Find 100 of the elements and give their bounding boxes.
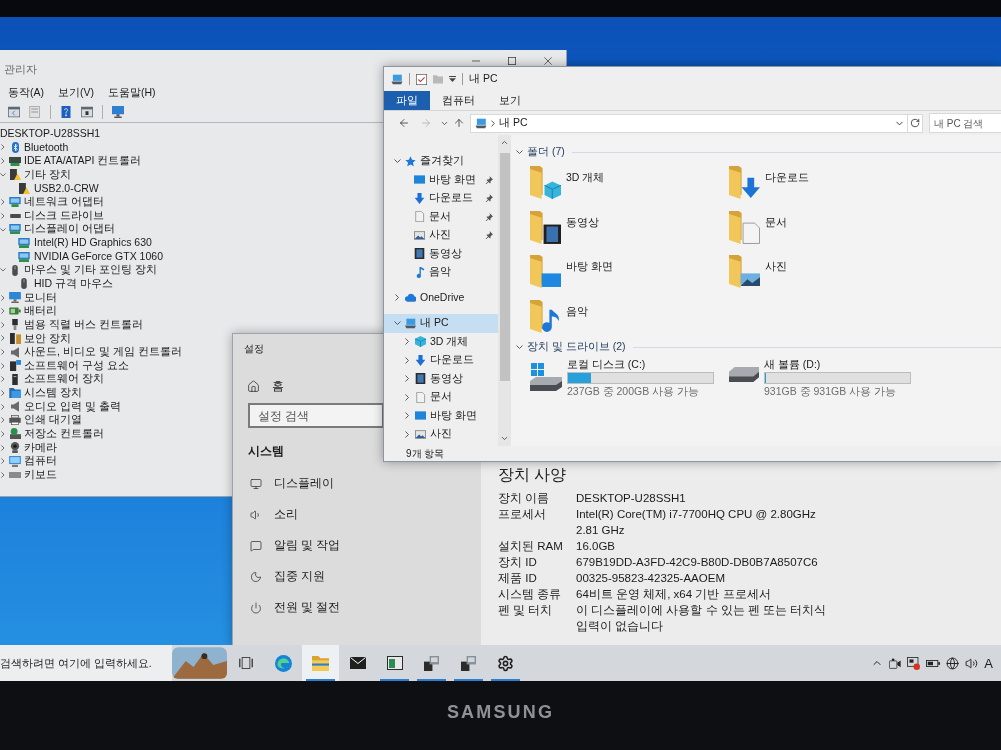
nav-item[interactable]: 동영상 xyxy=(384,369,498,388)
refresh-button[interactable] xyxy=(908,113,923,133)
tree-item[interactable]: IDE ATA/ATAPI 컨트롤러 xyxy=(0,154,142,168)
group-header[interactable]: 장치 및 드라이브 (2) xyxy=(515,339,626,355)
nav-item[interactable]: 바탕 화면 xyxy=(384,406,498,425)
settings-nav-item[interactable]: 디스플레이 xyxy=(244,468,334,499)
chevron-right-icon[interactable] xyxy=(1,390,5,396)
chevron-right-icon[interactable] xyxy=(1,430,5,437)
tree-item[interactable]: 사운드, 비디오 및 게임 컨트롤러 xyxy=(0,345,182,359)
chevron-right-icon[interactable] xyxy=(404,412,410,420)
tree-item[interactable]: USB2.0-CRW xyxy=(0,181,99,196)
settings-nav-item[interactable]: 소리 xyxy=(244,499,298,530)
nav-item[interactable]: 3D 개체 xyxy=(384,332,498,351)
group-header[interactable]: 폴더 (7) xyxy=(515,144,565,160)
chevron-right-icon[interactable] xyxy=(1,199,5,205)
nav-item[interactable]: 다운로드 xyxy=(384,351,498,370)
window-icon[interactable] xyxy=(81,106,93,118)
chevron-right-icon[interactable] xyxy=(1,417,5,424)
window-back-icon[interactable] xyxy=(8,106,20,118)
scrollbar-thumb[interactable] xyxy=(499,153,510,381)
monitor-icon[interactable] xyxy=(112,106,124,118)
tree-item[interactable]: 네트워크 어댑터 xyxy=(0,195,104,209)
chevron-right-icon[interactable] xyxy=(404,393,410,401)
screen-record-icon[interactable] xyxy=(907,656,921,670)
chevron-right-icon[interactable] xyxy=(1,321,5,328)
tree-item[interactable]: 저장소 컨트롤러 xyxy=(0,427,104,441)
tree-item[interactable]: 인쇄 대기열 xyxy=(0,413,82,428)
breadcrumb-item[interactable]: 내 PC xyxy=(499,115,528,131)
nav-item[interactable]: 바탕 화면 xyxy=(384,170,498,189)
tree-item[interactable]: 카메라 xyxy=(0,440,57,455)
ribbon-tab[interactable]: 파일 xyxy=(384,91,430,110)
tree-item[interactable]: 모니터 xyxy=(0,290,57,305)
nav-item[interactable]: 즐겨찾기 xyxy=(384,152,498,171)
input-method-indicator[interactable]: A xyxy=(984,656,993,670)
chevron-right-icon[interactable] xyxy=(1,158,5,165)
tree-item[interactable]: Bluetooth xyxy=(0,140,69,155)
folder-item[interactable]: 동영상 xyxy=(530,204,729,249)
nav-item[interactable]: 음악 xyxy=(384,263,498,282)
nav-item[interactable]: 동영상 xyxy=(384,244,498,263)
chevron-down-icon[interactable] xyxy=(0,268,6,272)
folder-item[interactable]: 바탕 화면 xyxy=(530,249,729,294)
chevron-right-icon[interactable] xyxy=(1,458,5,465)
nav-item[interactable]: OneDrive xyxy=(384,288,498,307)
properties-check-icon[interactable] xyxy=(416,73,427,85)
chevron-down-icon[interactable] xyxy=(393,159,401,164)
drive-name[interactable]: 로컬 디스크 (C:) xyxy=(567,358,714,371)
tree-item[interactable]: 보안 장치 xyxy=(0,331,71,346)
tree-item[interactable]: 컴퓨터 xyxy=(0,454,57,468)
chevron-right-icon[interactable] xyxy=(404,338,410,346)
scrollbar[interactable] xyxy=(498,135,511,446)
globe-icon[interactable] xyxy=(946,656,960,670)
tree-item[interactable]: 소프트웨어 장치 xyxy=(0,372,104,387)
ribbon-tab[interactable]: 보기 xyxy=(487,91,533,110)
settings-nav-item[interactable]: 알림 및 작업 xyxy=(244,530,341,561)
chevron-right-icon[interactable] xyxy=(1,403,5,410)
back-arrow-icon[interactable] xyxy=(398,117,410,129)
search-field[interactable]: 설정 검색 xyxy=(248,403,384,428)
tree-item[interactable]: 키보드 xyxy=(0,468,57,482)
chevron-down-icon[interactable] xyxy=(515,344,523,350)
maximize-icon[interactable] xyxy=(508,57,516,65)
tree-item[interactable]: 배터리 xyxy=(0,304,57,318)
chevron-right-icon[interactable] xyxy=(1,362,5,369)
chevron-right-icon[interactable] xyxy=(1,294,5,301)
video-camera-icon[interactable] xyxy=(889,657,902,669)
up-arrow-icon[interactable] xyxy=(453,117,465,129)
tree-item[interactable]: 디스플레이 어댑터 xyxy=(0,222,115,237)
folder-item[interactable]: 다운로드 xyxy=(729,160,928,205)
tree-item[interactable]: 기타 장치 xyxy=(0,167,71,182)
chevron-right-icon[interactable] xyxy=(404,356,410,364)
settings-nav-item[interactable]: 집중 지원 xyxy=(244,561,326,592)
chevron-right-icon[interactable] xyxy=(1,335,5,342)
folder-item[interactable]: 3D 개체 xyxy=(530,160,729,205)
home-link[interactable]: 홈 xyxy=(244,376,284,396)
speaker-icon[interactable] xyxy=(965,656,979,670)
tree-item[interactable]: 디스크 드라이브 xyxy=(0,208,104,223)
tree-item[interactable]: 오디오 입력 및 출력 xyxy=(0,399,121,414)
chevron-right-icon[interactable] xyxy=(1,444,5,451)
nav-item[interactable]: 사진 xyxy=(384,425,498,444)
chevron-right-icon[interactable] xyxy=(1,376,5,383)
chevron-right-icon[interactable] xyxy=(404,430,410,438)
help-icon[interactable] xyxy=(60,106,72,118)
tree-item[interactable]: 소프트웨어 구성 요소 xyxy=(0,358,129,373)
menu-item[interactable]: 도움말(H) xyxy=(108,85,156,101)
nav-item[interactable]: 사진 xyxy=(384,226,498,245)
tree-item[interactable]: 시스템 장치 xyxy=(0,386,82,400)
nav-item[interactable]: 문서 xyxy=(384,388,498,407)
tree-item[interactable]: DESKTOP-U28SSH1 xyxy=(0,127,101,141)
chevron-down-icon[interactable] xyxy=(0,172,6,177)
tree-item[interactable]: 마우스 및 기타 포인팅 장치 xyxy=(0,263,157,278)
chevron-down-icon[interactable] xyxy=(393,321,401,326)
tree-item[interactable]: 범용 직렬 버스 컨트롤러 xyxy=(0,317,143,332)
folder-item[interactable]: 문서 xyxy=(729,204,928,249)
folder-item[interactable]: 음악 xyxy=(530,293,729,338)
ribbon-tab[interactable]: 컴퓨터 xyxy=(430,91,487,110)
drive-name[interactable]: 새 볼륨 (D:) xyxy=(764,358,911,371)
chevron-right-icon[interactable] xyxy=(1,308,5,315)
tree-item[interactable]: HID 규격 마우스 xyxy=(0,277,113,291)
chevron-right-icon[interactable] xyxy=(1,144,5,151)
menu-item[interactable]: 동작(A) xyxy=(8,85,44,101)
chevron-right-icon[interactable] xyxy=(394,294,400,302)
